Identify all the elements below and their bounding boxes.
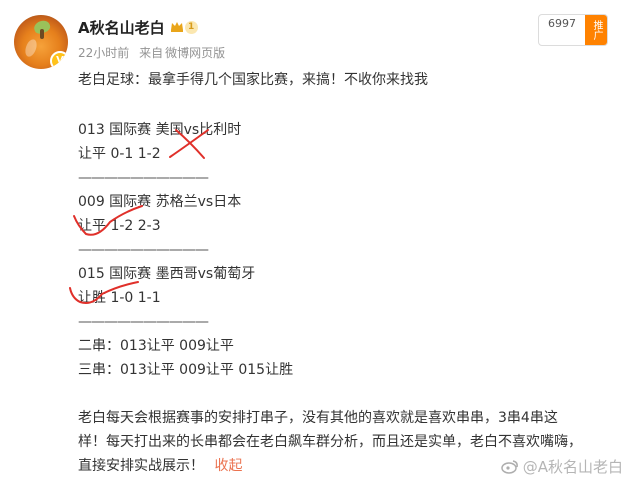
parlay-3: 三串：013让平 009让平 015让胜 [78,362,294,378]
avatar[interactable]: V [14,15,68,69]
verified-badge-icon: V [50,51,68,69]
post-body-line: 直接安排实战展示！ 收起 [78,456,242,476]
post-body-tail: 直接安排实战展示！ [78,458,204,474]
source-prefix: 来自 [139,46,164,60]
avatar-stem [40,29,44,39]
parlay-2: 二串：013让平 009让平 [78,338,234,354]
separator-line: —————————— [78,314,209,330]
username[interactable]: A秋名山老白 [78,17,165,38]
separator-line: —————————— [78,170,209,186]
collapse-link[interactable]: 收起 [214,458,242,474]
level-number: 1 [188,22,195,32]
post-source: 微博网页版 [165,46,226,60]
follow-count: 6997 [539,15,585,45]
weibo-logo-icon [500,459,518,474]
match-title: 013 国际赛 美国vs比利时 [78,122,242,138]
post-intro: 老白足球：最拿手得几个国家比赛，来搞！不收你来找我 [78,72,428,88]
level-badge: 1 [185,21,199,34]
match-title: 015 国际赛 墨西哥vs葡萄牙 [78,266,256,282]
match-pick: 让平 1-2 2-3 [78,218,161,234]
follow-count-number: 6997 [548,17,576,30]
post-time[interactable]: 22小时前 [78,46,129,60]
post-body-line: 样！每天打出来的长串都会在老白飙车群分析，而且还是实单，老白不喜欢嘴嗨， [78,434,582,450]
match-pick: 让胜 1-0 1-1 [78,290,161,306]
match-pick: 让平 0-1 1-2 [78,146,161,162]
watermark-text: @A秋名山老白 [522,458,623,476]
follow-box[interactable]: 6997 推广 [538,14,608,46]
post-body-line: 老白每天会根据赛事的安排打串子，没有其他的喜欢就是喜欢串串，3串4串这 [78,410,558,426]
promote-button[interactable]: 推广 [585,15,607,45]
post-meta: 22小时前 来自 微博网页版 [78,44,231,61]
match-title: 009 国际赛 苏格兰vs日本 [78,194,242,210]
avatar-shine [23,37,39,59]
crown-icon [171,22,183,32]
separator-line: —————————— [78,242,209,258]
watermark: @A秋名山老白 [500,456,623,477]
